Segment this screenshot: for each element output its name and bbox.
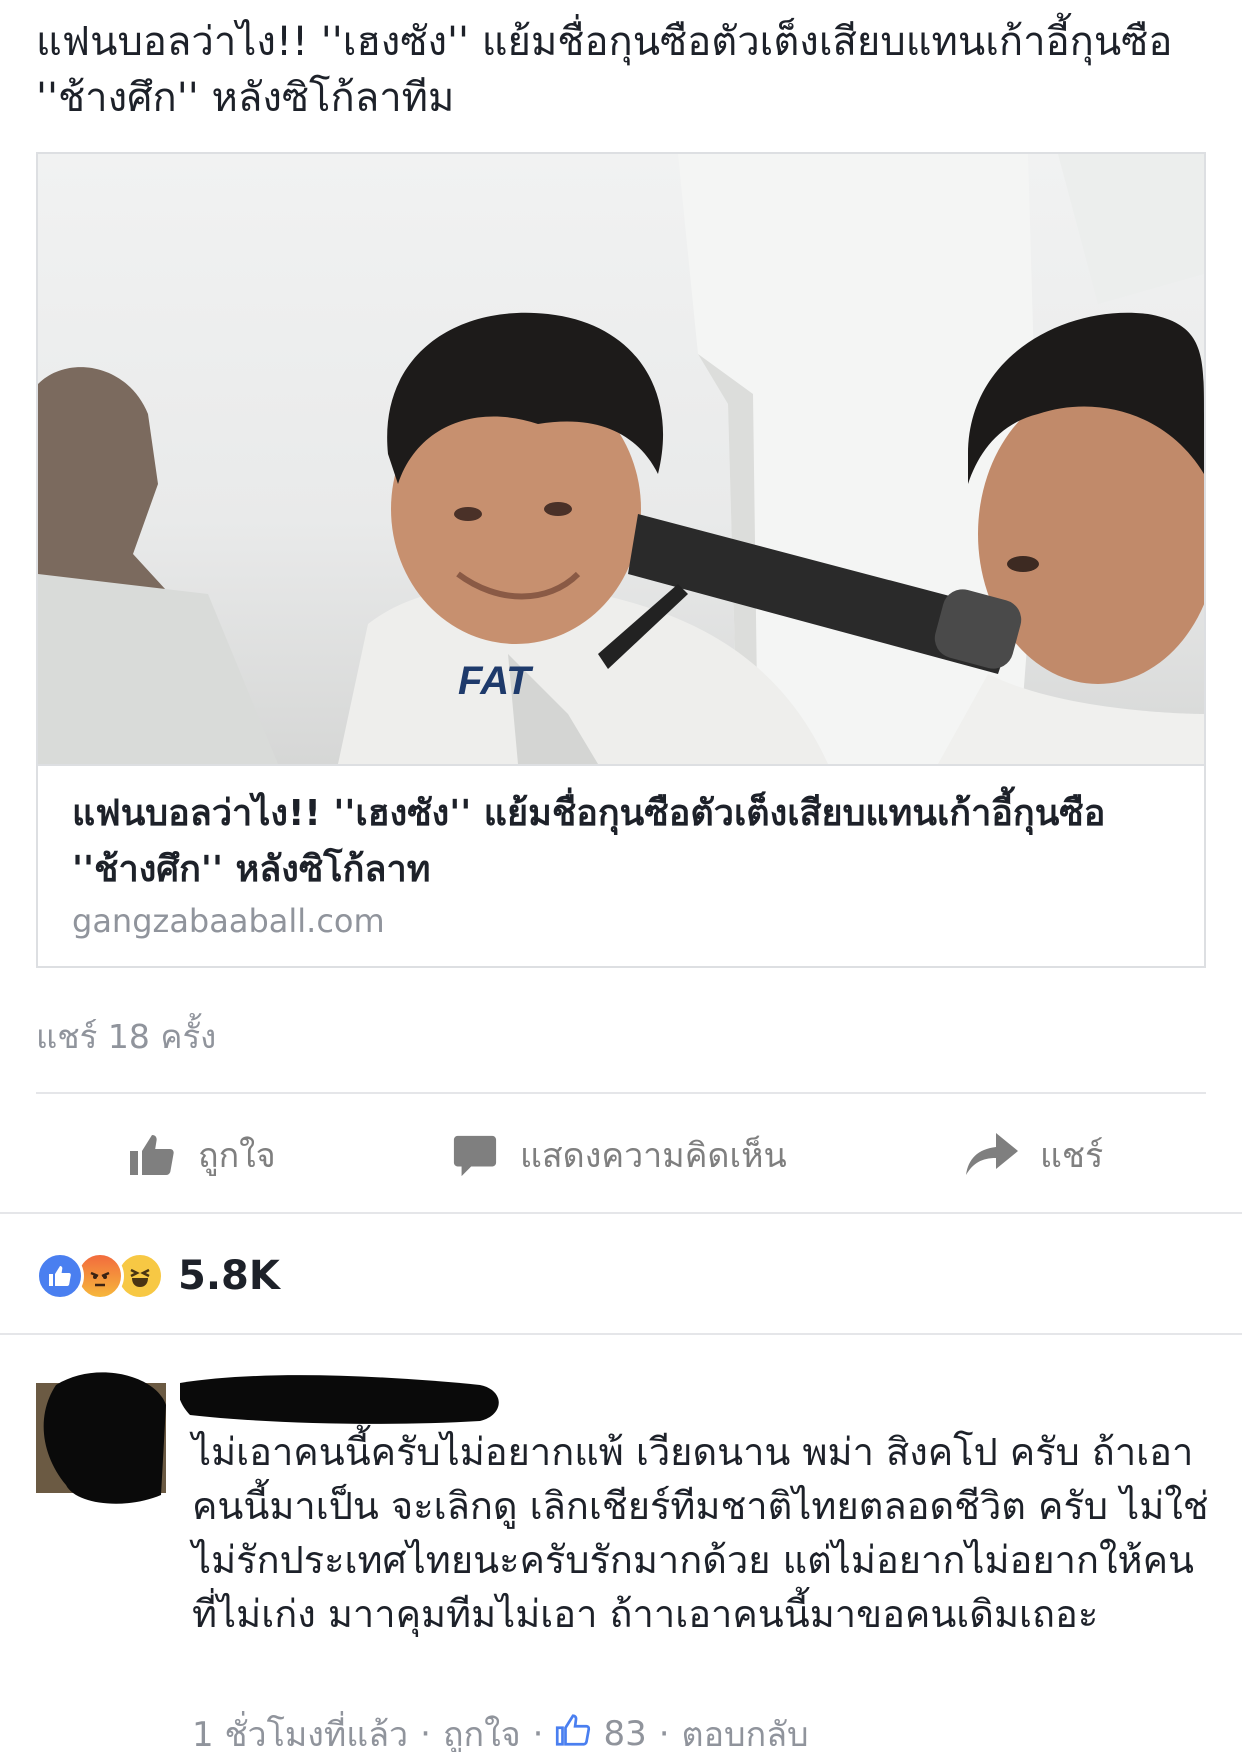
comment: ไม่เอาคนนี้ครับไม่อยากแพ้ เวียดนาน พม่า … — [0, 1335, 1242, 1752]
link-preview-card[interactable]: FAT แฟนบอลว่าไง!! ''เฮงซัง'' แย้มชื่อกุน… — [36, 152, 1206, 968]
link-domain: gangzabaaball.com — [72, 902, 385, 940]
share-count[interactable]: แชร์ 18 ครั้ง — [36, 1010, 216, 1063]
separator: · — [420, 1714, 431, 1752]
comment-like-count[interactable]: 83 — [555, 1712, 647, 1752]
share-button[interactable]: แชร์ — [966, 1128, 1103, 1182]
link-preview-meta[interactable]: แฟนบอลว่าไง!! ''เฮงซัง'' แย้มชื่อกุนซือต… — [38, 764, 1204, 966]
separator: · — [658, 1714, 670, 1752]
share-button-label: แชร์ — [1040, 1136, 1104, 1176]
like-icon — [36, 1252, 84, 1300]
comment-button[interactable]: แสดงความคิดเห็น — [452, 1128, 787, 1182]
thumbs-up-outline-icon — [555, 1712, 603, 1752]
comment-button-label: แสดงความคิดเห็น — [520, 1136, 787, 1176]
comment-timestamp[interactable]: 1 ชั่วโมงที่แล้ว — [192, 1707, 408, 1752]
reaction-count: 5.8K — [178, 1253, 280, 1299]
commenter-avatar[interactable] — [36, 1365, 176, 1505]
comment-footer: 1 ชั่วโมงที่แล้ว · ถูกใจ · 83 · ตอบกลับ — [192, 1707, 809, 1752]
link-preview-image[interactable]: FAT — [38, 154, 1204, 764]
like-button-label: ถูกใจ — [198, 1136, 276, 1176]
post-text: แฟนบอลว่าไง!! ''เฮงซัง'' แย้มชื่อกุนซือต… — [36, 19, 1173, 121]
thumbs-up-icon — [128, 1131, 176, 1179]
comment-text: ไม่เอาคนนี้ครับไม่อยากแพ้ เวียดนาน พม่า … — [192, 1430, 1209, 1636]
separator: · — [532, 1714, 544, 1752]
divider — [36, 1092, 1206, 1094]
reactions-summary[interactable]: 5.8K — [36, 1252, 280, 1300]
comment-reply-button[interactable]: ตอบกลับ — [682, 1707, 809, 1752]
action-bar: ถูกใจ แสดงความคิดเห็น แชร์ — [0, 1100, 1242, 1212]
comment-icon — [452, 1132, 498, 1178]
share-arrow-icon — [966, 1132, 1018, 1178]
like-button[interactable]: ถูกใจ — [128, 1128, 276, 1182]
comment-like-count-value: 83 — [603, 1714, 647, 1752]
comment-like-button[interactable]: ถูกใจ — [443, 1707, 521, 1752]
link-title[interactable]: แฟนบอลว่าไง!! ''เฮงซัง'' แย้มชื่อกุนซือต… — [72, 786, 1172, 898]
shirt-logo: FAT — [458, 659, 534, 703]
commenter-name-redacted[interactable] — [178, 1365, 510, 1431]
divider — [0, 1212, 1242, 1214]
